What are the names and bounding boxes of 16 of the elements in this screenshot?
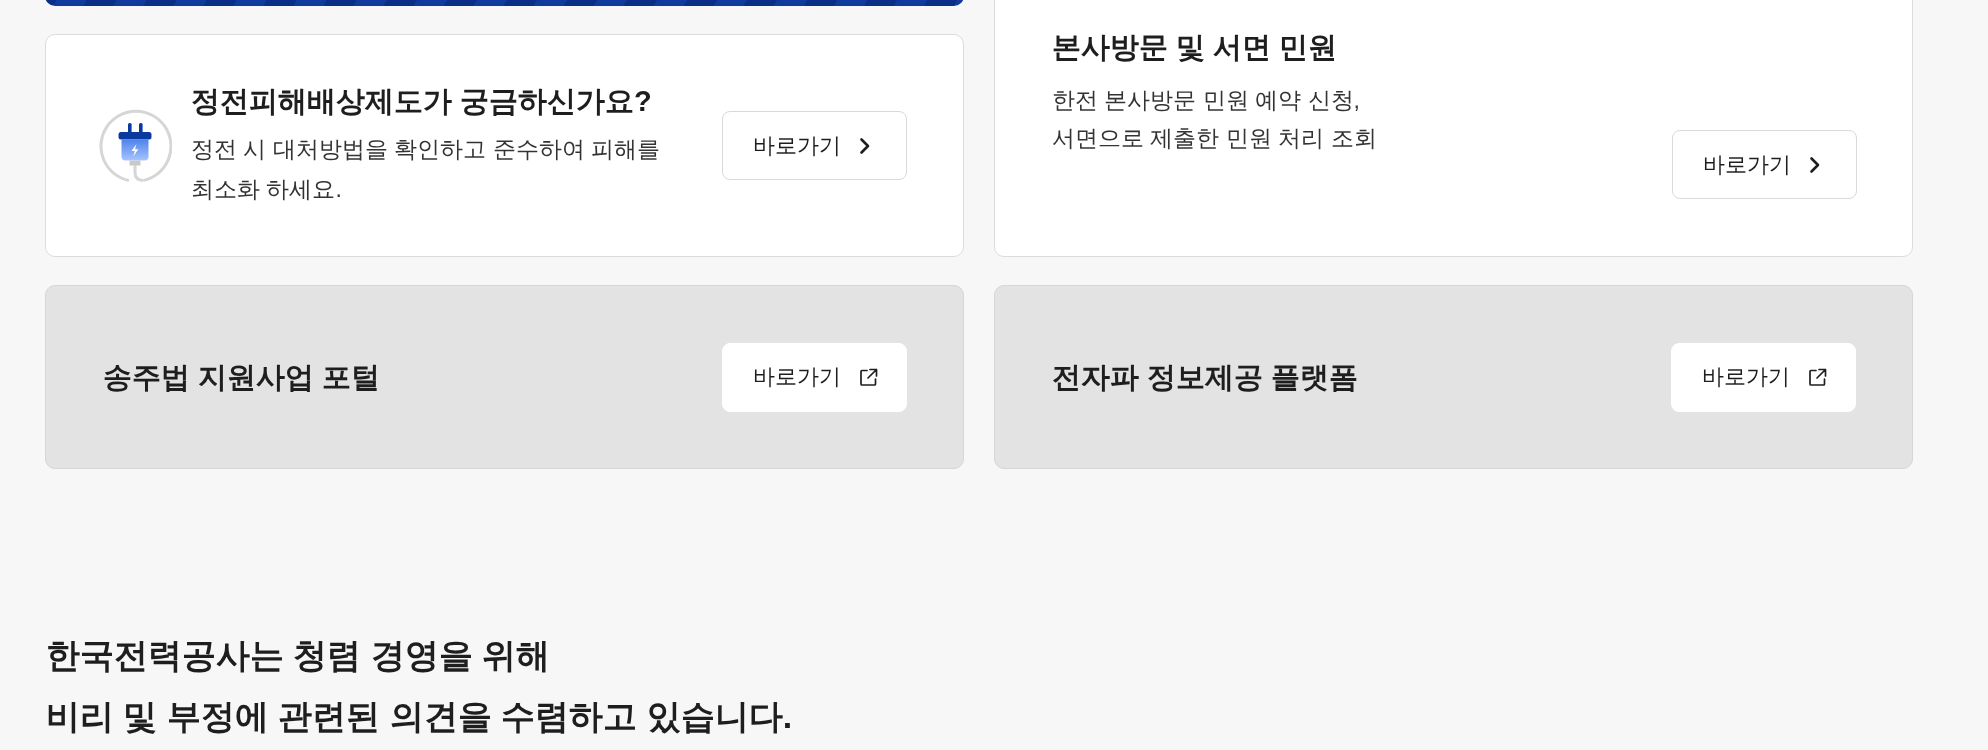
power-plug-icon <box>98 108 172 183</box>
shortcut-button[interactable]: 바로가기 <box>1672 130 1857 199</box>
card-description: 한전 본사방문 민원 예약 신청, 서면으로 제출한 민원 처리 조회 <box>1052 86 1377 153</box>
shortcut-button[interactable]: 바로가기 <box>722 111 907 180</box>
external-link-icon <box>1808 367 1827 387</box>
card-title: 전자파 정보제공 플랫폼 <box>1052 359 1359 395</box>
card-description: 정전 시 대처방법을 확인하고 준수하여 피해를 최소화 하세요. <box>191 135 660 204</box>
external-link-icon <box>859 367 878 387</box>
shortcut-button[interactable]: 바로가기 <box>1671 342 1856 412</box>
notice-heading: 한국전력공사는 청렴 경영을 위해 비리 및 부정에 관련된 의견을 수렴하고 있습니다. <box>46 635 793 737</box>
chevron-right-icon <box>859 136 870 155</box>
card-title: 송주법 지원사업 포털 <box>103 359 381 395</box>
card-title: 정전피해배상제도가 궁금하신가요? <box>191 84 652 119</box>
chevron-right-icon <box>1809 155 1820 174</box>
shortcut-button[interactable]: 바로가기 <box>722 342 907 412</box>
card-title: 본사방문 및 서면 민원 <box>1052 30 1338 65</box>
